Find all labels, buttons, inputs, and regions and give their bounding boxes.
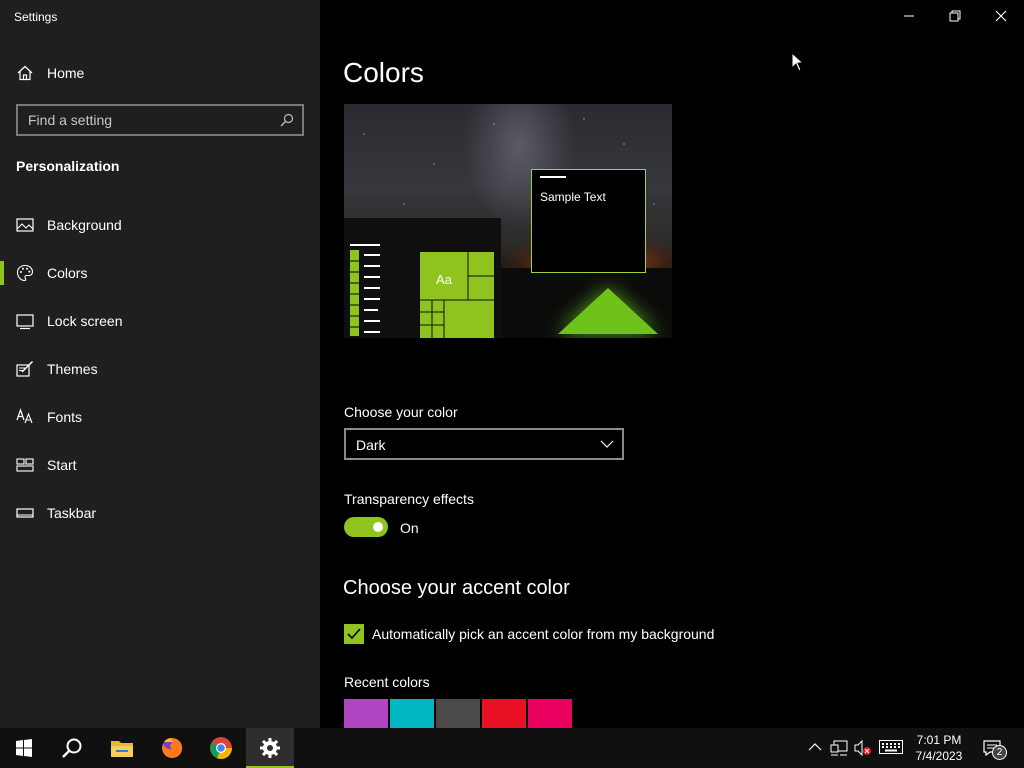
minimize-icon <box>904 15 914 17</box>
volume-muted-icon <box>854 740 871 756</box>
preview-sample-window: Sample Text <box>531 169 646 273</box>
close-button[interactable] <box>978 0 1024 32</box>
minimize-button[interactable] <box>886 0 932 32</box>
file-explorer-button[interactable] <box>98 728 146 768</box>
search-box[interactable] <box>16 104 304 136</box>
sidebar-item-label: Fonts <box>47 409 83 425</box>
sidebar-item-label: Lock screen <box>47 313 123 329</box>
transparency-toggle[interactable] <box>344 517 388 537</box>
firefox-icon <box>162 737 183 758</box>
choose-color-value: Dark <box>356 437 386 453</box>
volume-tray[interactable] <box>852 728 874 768</box>
choose-color-label: Choose your color <box>344 404 458 420</box>
start-icon <box>16 458 34 472</box>
preview-tile-label: Aa <box>436 272 453 287</box>
preview-tent <box>558 288 658 334</box>
accent-heading: Choose your accent color <box>343 577 570 599</box>
color-swatch[interactable] <box>482 699 526 728</box>
page-title: Colors <box>343 57 424 88</box>
theme-preview: Aa Sample Text <box>344 104 672 338</box>
color-swatch[interactable] <box>436 699 480 728</box>
home-icon <box>17 65 33 81</box>
taskbar: 7:01 PM 7/4/2023 2 <box>0 728 1024 768</box>
search-icon <box>62 738 82 758</box>
close-icon <box>995 10 1007 22</box>
sidebar-item-label: Colors <box>47 265 88 281</box>
clock-date: 7/4/2023 <box>915 749 963 763</box>
touch-keyboard-tray[interactable] <box>876 728 906 768</box>
restore-button[interactable] <box>932 0 978 32</box>
chevron-down-icon <box>600 440 614 448</box>
preview-window-titlebar <box>540 176 566 178</box>
chrome-icon <box>210 737 233 760</box>
section-heading: Personalization <box>16 158 120 174</box>
choose-color-dropdown[interactable]: Dark <box>344 428 624 460</box>
network-tray[interactable] <box>828 728 850 768</box>
network-icon <box>830 740 848 756</box>
search-input[interactable] <box>28 111 268 129</box>
notification-count-badge: 2 <box>992 745 1007 760</box>
chrome-button[interactable] <box>197 728 245 768</box>
show-hidden-icons-button[interactable] <box>806 728 824 768</box>
sidebar-item-fonts[interactable]: Fonts <box>0 399 320 435</box>
color-swatch[interactable] <box>344 699 388 728</box>
picture-icon <box>16 218 34 232</box>
auto-accent-checkbox[interactable] <box>344 624 364 644</box>
chevron-up-icon <box>808 743 822 751</box>
start-button[interactable] <box>0 728 48 768</box>
sidebar: Settings Home Personalization Background… <box>0 0 320 728</box>
sidebar-item-label: Background <box>47 217 122 233</box>
color-swatch[interactable] <box>528 699 572 728</box>
recent-colors <box>344 699 572 728</box>
preview-sample-text: Sample Text <box>540 190 606 204</box>
lock-screen-icon <box>16 314 34 330</box>
sidebar-item-taskbar[interactable]: Taskbar <box>0 495 320 531</box>
themes-icon <box>16 360 34 377</box>
taskbar-icon <box>16 508 34 518</box>
action-center-button[interactable]: 2 <box>978 728 1024 768</box>
search-button[interactable] <box>48 728 96 768</box>
sidebar-item-background[interactable]: Background <box>0 207 320 243</box>
preview-start-menu <box>350 244 380 336</box>
firefox-button[interactable] <box>148 728 196 768</box>
fonts-icon <box>16 408 33 424</box>
recent-colors-label: Recent colors <box>344 674 430 690</box>
settings-button[interactable] <box>246 728 294 768</box>
transparency-state: On <box>400 520 419 536</box>
transparency-label: Transparency effects <box>344 491 474 507</box>
sidebar-item-lock-screen[interactable]: Lock screen <box>0 303 320 339</box>
restore-icon <box>949 10 961 22</box>
sidebar-item-themes[interactable]: Themes <box>0 351 320 387</box>
file-explorer-icon <box>111 741 133 757</box>
settings-icon <box>260 738 280 758</box>
sidebar-item-label: Themes <box>47 361 98 377</box>
keyboard-icon <box>879 740 903 754</box>
mouse-cursor-icon <box>791 52 805 72</box>
color-swatch[interactable] <box>390 699 434 728</box>
palette-icon <box>16 264 34 282</box>
sidebar-item-start[interactable]: Start <box>0 447 320 483</box>
clock[interactable]: 7:01 PM 7/4/2023 <box>910 732 968 764</box>
preview-tiles: Aa <box>420 252 494 338</box>
checkmark-icon <box>347 628 361 640</box>
clock-time: 7:01 PM <box>916 733 962 747</box>
search-icon[interactable] <box>280 113 294 127</box>
app-title: Settings <box>14 10 58 24</box>
sidebar-item-colors[interactable]: Colors <box>0 255 320 291</box>
nav-home-label: Home <box>47 65 85 81</box>
auto-accent-label[interactable]: Automatically pick an accent color from … <box>372 626 714 642</box>
windows-start-icon <box>16 739 32 757</box>
nav-home[interactable]: Home <box>0 58 320 88</box>
sidebar-item-label: Taskbar <box>47 505 97 521</box>
sidebar-item-label: Start <box>47 457 77 473</box>
